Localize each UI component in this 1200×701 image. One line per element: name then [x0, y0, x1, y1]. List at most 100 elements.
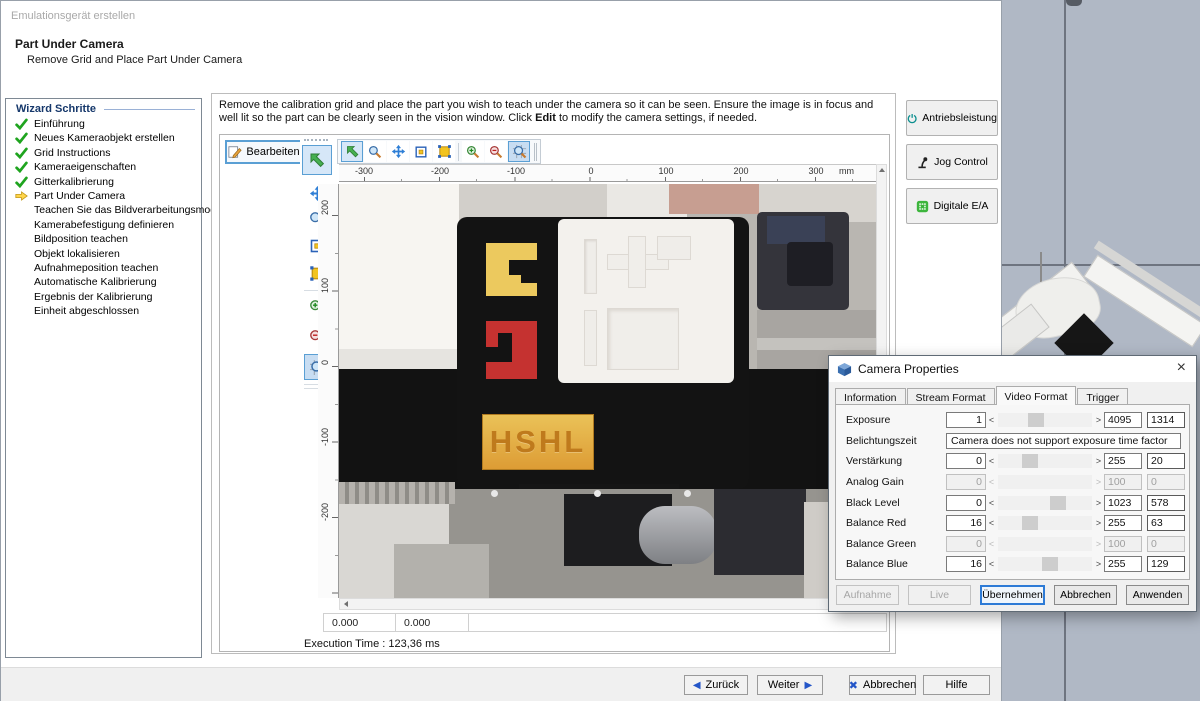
slider-thumb[interactable]: [1028, 413, 1044, 427]
back-button[interactable]: ◀ Zurück: [684, 675, 748, 695]
zoom-in-icon: [466, 145, 480, 159]
roi-tool-button-h[interactable]: [410, 141, 432, 162]
back-arrow-icon: ◀: [693, 680, 701, 691]
balance-blue-max-field[interactable]: 255: [1104, 556, 1142, 572]
help-button[interactable]: Hilfe: [923, 675, 990, 695]
live-button: Live: [908, 585, 971, 605]
emboss-rect-tr: [657, 236, 691, 260]
slider-left-icon[interactable]: [986, 518, 997, 528]
apply-close-button[interactable]: Übernehmen: [980, 585, 1045, 605]
wizard-step[interactable]: Einführung: [6, 117, 201, 131]
wizard-step[interactable]: Grid Instructions: [6, 146, 201, 160]
slider-right-icon[interactable]: [1093, 559, 1104, 569]
wizard-step[interactable]: Kamerabefestigung definieren: [6, 218, 201, 232]
exposure-min-field[interactable]: 1: [946, 412, 986, 428]
cancel-x-icon: ✖: [849, 679, 858, 692]
prop-label: Verstärkung: [846, 455, 946, 467]
wizard-step[interactable]: Aufnahmeposition teachen: [6, 261, 201, 275]
power-icon: [907, 112, 917, 125]
tab-video-format[interactable]: Video Format: [996, 386, 1077, 405]
edit-camera-button[interactable]: Bearbeiten: [225, 140, 303, 164]
slider-thumb[interactable]: [1022, 454, 1038, 468]
gain-min-field[interactable]: 0: [946, 453, 986, 469]
horizontal-scrollbar[interactable]: [339, 598, 876, 610]
wizard-step-label: Teachen Sie das Bildverarbeitungsmodell: [34, 204, 227, 216]
wizard-step[interactable]: Automatische Kalibrierung: [6, 275, 201, 289]
zoom-in-button-h[interactable]: [462, 141, 484, 162]
select-tool-button[interactable]: [302, 145, 332, 175]
balance-red-value-field[interactable]: 63: [1147, 515, 1185, 531]
select-tool-button-h[interactable]: [341, 141, 363, 162]
scene-screw: [594, 490, 601, 497]
next-arrow-icon: ▶: [804, 680, 812, 691]
exposure-max-field[interactable]: 4095: [1104, 412, 1142, 428]
wizard-step[interactable]: Objekt lokalisieren: [6, 247, 201, 261]
camera-image[interactable]: HSHL: [339, 184, 876, 598]
magnifier-tool-button-h[interactable]: [364, 141, 386, 162]
slider-left-icon[interactable]: [986, 456, 997, 466]
scene-screw: [684, 490, 691, 497]
drive-power-button[interactable]: Antriebsleistung: [906, 100, 998, 136]
balance-red-min-field[interactable]: 16: [946, 515, 986, 531]
capture-button: Aufnahme: [836, 585, 899, 605]
slider-left-icon[interactable]: [986, 559, 997, 569]
wizard-step[interactable]: Gitterkalibrierung: [6, 175, 201, 189]
pan-tool-button-h[interactable]: [387, 141, 409, 162]
gain-value-field[interactable]: 20: [1147, 453, 1185, 469]
slider-thumb[interactable]: [1050, 496, 1066, 510]
digital-io-button[interactable]: Digitale E/A: [906, 188, 998, 224]
coord-x-cell: 0.000: [323, 613, 396, 632]
balance-red-slider[interactable]: [998, 516, 1092, 530]
jog-control-button[interactable]: Jog Control: [906, 144, 998, 180]
vertical-ruler: 200 100 0 -100 -200: [318, 184, 339, 598]
black-level-min-field[interactable]: 0: [946, 495, 986, 511]
slider-right-icon[interactable]: [1093, 456, 1104, 466]
slider-right-icon[interactable]: [1093, 415, 1104, 425]
slider-thumb[interactable]: [1022, 516, 1038, 530]
slider-thumb[interactable]: [1042, 557, 1058, 571]
wizard-step-current[interactable]: Part Under Camera: [6, 189, 201, 203]
roi-filled-tool-button-h[interactable]: [433, 141, 455, 162]
balance-red-max-field[interactable]: 255: [1104, 515, 1142, 531]
viewport-handle: [1066, 0, 1082, 6]
balance-blue-slider[interactable]: [998, 557, 1092, 571]
black-level-slider[interactable]: [998, 496, 1092, 510]
scroll-up-icon: [879, 168, 885, 172]
check-icon: [15, 161, 28, 173]
slider-right-icon[interactable]: [1093, 518, 1104, 528]
gain-max-field[interactable]: 255: [1104, 453, 1142, 469]
next-button[interactable]: Weiter ▶: [757, 675, 823, 695]
dialog-buttons: Aufnahme Live Übernehmen Abbrechen Anwen…: [829, 585, 1196, 605]
wizard-step[interactable]: Kameraeigenschaften: [6, 160, 201, 174]
cancel-button[interactable]: ✖ Abbrechen: [849, 675, 916, 695]
wizard-step-label: Objekt lokalisieren: [34, 248, 120, 260]
wizard-step[interactable]: Bildposition teachen: [6, 232, 201, 246]
wizard-step[interactable]: Teachen Sie das Bildverarbeitungsmodell: [6, 203, 201, 217]
toolbar-grip[interactable]: [304, 139, 328, 142]
scene-rail-right: [757, 338, 876, 350]
toolbar-grip[interactable]: [534, 143, 537, 161]
balance-blue-min-field[interactable]: 16: [946, 556, 986, 572]
black-level-max-field[interactable]: 1023: [1104, 495, 1142, 511]
wizard-step[interactable]: Neues Kameraobjekt erstellen: [6, 131, 201, 145]
wizard-step-label: Bildposition teachen: [34, 233, 128, 245]
black-level-value-field[interactable]: 578: [1147, 495, 1185, 511]
zoom-fit-button-h[interactable]: [508, 141, 530, 162]
gain-slider[interactable]: [998, 454, 1092, 468]
balance-blue-value-field[interactable]: 129: [1147, 556, 1185, 572]
zoom-out-icon: [489, 145, 503, 159]
analog-gain-slider: [998, 475, 1092, 489]
close-icon[interactable]: ×: [1177, 358, 1186, 378]
dialog-cancel-button[interactable]: Abbrechen: [1054, 585, 1117, 605]
dialog-titlebar[interactable]: Camera Properties ×: [829, 356, 1196, 382]
exposure-value-field[interactable]: 1314: [1147, 412, 1185, 428]
apply-button[interactable]: Anwenden: [1126, 585, 1189, 605]
slider-left-icon[interactable]: [986, 498, 997, 508]
wizard-step[interactable]: Ergebnis der Kalibrierung: [6, 290, 201, 304]
analog-gain-min-field: 0: [946, 474, 986, 490]
slider-left-icon[interactable]: [986, 415, 997, 425]
wizard-step[interactable]: Einheit abgeschlossen: [6, 304, 201, 318]
exposure-slider[interactable]: [998, 413, 1092, 427]
zoom-out-button-h[interactable]: [485, 141, 507, 162]
slider-right-icon[interactable]: [1093, 498, 1104, 508]
